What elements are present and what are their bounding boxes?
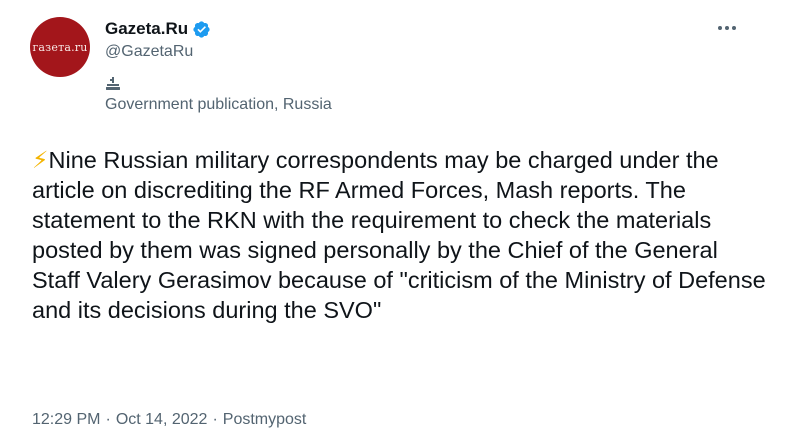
tweet-text: ⚡Nine Russian military correspondents ma… (32, 145, 772, 325)
lightning-emoji-icon: ⚡ (32, 147, 49, 173)
tweet-meta: 12:29 PM · Oct 14, 2022 · Postmypost (32, 411, 306, 429)
timestamp-time[interactable]: 12:29 PM (32, 411, 100, 429)
tweet-body: Nine Russian military correspondents may… (32, 147, 773, 323)
tweet-card: газета.ru Gazeta.Ru @GazetaRu Government… (0, 0, 791, 445)
more-horizontal-icon (717, 26, 738, 30)
timestamp-date[interactable]: Oct 14, 2022 (116, 411, 208, 429)
avatar[interactable]: газета.ru (30, 17, 90, 77)
tweet-header: Gazeta.Ru @GazetaRu (105, 17, 211, 61)
verified-badge-icon (193, 20, 210, 38)
name-row: Gazeta.Ru (105, 17, 211, 41)
account-label[interactable]: Government publication, Russia (105, 96, 332, 114)
more-options-button[interactable] (710, 16, 744, 40)
meta-separator: · (212, 411, 218, 428)
government-building-icon (106, 77, 120, 90)
handle[interactable]: @GazetaRu (105, 43, 211, 61)
meta-separator: · (105, 411, 111, 428)
display-name[interactable]: Gazeta.Ru (105, 19, 188, 39)
avatar-logo-text: газета.ru (32, 40, 88, 54)
source-link[interactable]: Postmypost (223, 411, 307, 429)
